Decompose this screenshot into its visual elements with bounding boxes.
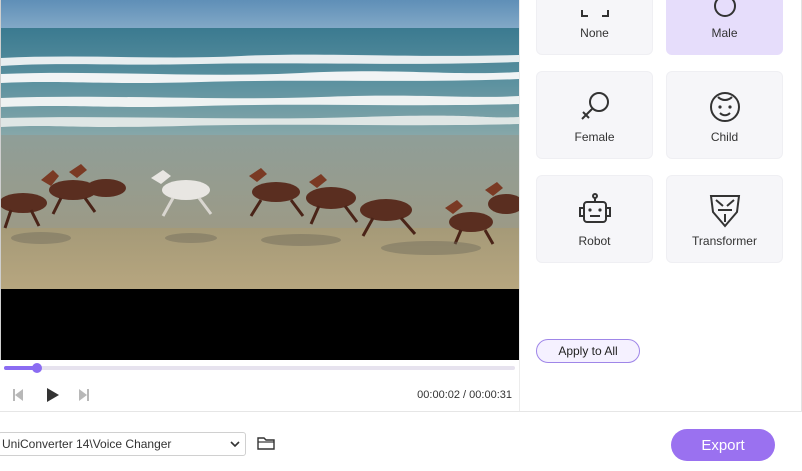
none-frame-icon xyxy=(580,10,609,17)
voice-changer-window: 00:00:02 / 00:00:31 None Male Female Chi… xyxy=(0,0,802,471)
step-forward-icon xyxy=(79,389,89,401)
chevron-down-icon[interactable] xyxy=(229,438,241,450)
folder-icon xyxy=(257,437,275,450)
transformer-icon xyxy=(709,195,740,228)
total-time: 00:00:31 xyxy=(469,389,512,401)
output-path-select[interactable]: UniConverter 14\Voice Changer xyxy=(0,432,246,456)
output-path-value: UniConverter 14\Voice Changer xyxy=(2,437,172,451)
child-face-icon xyxy=(709,92,740,122)
voice-option-transformer[interactable]: Transformer xyxy=(666,175,783,263)
male-icon xyxy=(713,0,736,17)
voice-option-label: Male xyxy=(711,26,738,40)
video-frame xyxy=(1,0,519,289)
progress-slider[interactable] xyxy=(4,363,515,373)
voice-option-label: Female xyxy=(574,130,615,144)
next-frame-button[interactable] xyxy=(73,385,93,405)
voice-option-female[interactable]: Female xyxy=(536,71,653,159)
progress-handle[interactable] xyxy=(32,363,43,373)
female-icon xyxy=(580,92,609,120)
export-button[interactable]: Export xyxy=(671,429,775,461)
play-icon xyxy=(47,388,59,402)
video-preview[interactable] xyxy=(0,0,519,360)
voice-option-none[interactable]: None xyxy=(536,0,653,55)
time-separator: / xyxy=(460,389,470,401)
beach-horses-image xyxy=(1,0,519,289)
play-button[interactable] xyxy=(42,385,62,405)
robot-icon xyxy=(578,193,611,223)
step-back-icon xyxy=(13,389,23,401)
voice-option-male[interactable]: Male xyxy=(666,0,783,55)
open-folder-button[interactable] xyxy=(257,435,275,456)
current-time: 00:00:02 xyxy=(417,389,460,401)
voice-option-label: Transformer xyxy=(692,234,757,248)
time-display: 00:00:02 / 00:00:31 xyxy=(417,389,512,401)
voice-option-label: None xyxy=(580,26,609,40)
voice-option-robot[interactable]: Robot xyxy=(536,175,653,263)
voice-option-child[interactable]: Child xyxy=(666,71,783,159)
voice-option-label: Robot xyxy=(578,234,611,248)
voice-option-label: Child xyxy=(710,130,739,144)
previous-frame-button[interactable] xyxy=(9,385,29,405)
apply-to-all-button[interactable]: Apply to All xyxy=(536,339,640,363)
